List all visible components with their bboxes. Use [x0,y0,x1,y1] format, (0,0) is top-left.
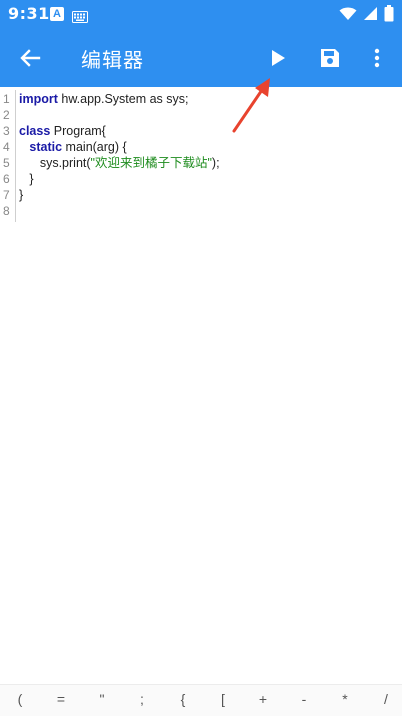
more-options-button[interactable] [362,43,392,73]
annotation-arrow-icon [232,78,270,133]
run-button[interactable] [263,43,293,73]
toolbar: 编辑器 [0,28,402,87]
code-token: hw.app.System as sys; [57,92,189,106]
code-token: main(arg) { [62,140,127,154]
code-token: ); [211,156,220,170]
page-title: 编辑器 [81,48,144,72]
code-line-7: } [19,188,24,202]
keyboard-icon [72,8,88,27]
arrow-left-icon [20,49,41,67]
line-number: 8 [3,204,10,218]
code-token: sys.print( [19,156,91,170]
line-number: 3 [3,124,10,138]
status-bar: 9:31 A [0,0,402,28]
symbol-key[interactable]: { [173,691,193,707]
symbol-key[interactable]: " [92,691,112,707]
save-icon [321,49,339,67]
editor-screen: 9:31 A 编辑器 1 2 3 4 5 6 7 8 import hw.app… [0,0,402,716]
code-line-3: class Program{ [19,123,106,139]
play-icon [272,50,285,66]
keyword-token: static [29,140,63,154]
app-header: 9:31 A 编辑器 [0,0,402,87]
code-line-4: static main(arg) { [19,139,127,155]
symbol-key[interactable]: ; [132,691,152,707]
battery-icon [384,5,394,26]
save-button[interactable] [315,43,345,73]
status-icons [339,5,394,26]
code-editor[interactable]: 1 2 3 4 5 6 7 8 import hw.app.System as … [0,90,402,680]
signal-icon [363,6,378,25]
more-vertical-icon [374,48,380,68]
line-number: 7 [3,188,10,202]
symbol-bar: ( = " ; { [ + - * / [0,684,402,716]
notification-a-icon: A [50,7,64,21]
line-number: 2 [3,108,10,122]
keyword-token: import [19,92,58,106]
code-line-1: import hw.app.System as sys; [19,91,189,107]
line-number: 4 [3,140,10,154]
symbol-key[interactable]: + [253,691,273,707]
symbol-key[interactable]: ( [10,691,30,707]
keyword-token: class [19,124,51,138]
string-token: "欢迎来到橘子下载站" [90,156,212,170]
symbol-key[interactable]: [ [213,691,233,707]
symbol-key[interactable]: * [335,691,355,707]
status-time: 9:31 [8,4,50,23]
line-number: 6 [3,172,10,186]
line-number: 1 [3,92,10,106]
code-line-6: } [19,172,34,186]
code-token: Program{ [50,124,106,138]
line-number: 5 [3,156,10,170]
line-number-gutter: 1 2 3 4 5 6 7 8 [0,90,16,222]
symbol-key[interactable]: = [51,691,71,707]
code-line-5: sys.print("欢迎来到橘子下载站"); [19,155,220,171]
wifi-icon [339,6,357,25]
symbol-key[interactable]: - [294,691,314,707]
back-button[interactable] [16,44,44,72]
symbol-key[interactable]: / [376,691,396,707]
